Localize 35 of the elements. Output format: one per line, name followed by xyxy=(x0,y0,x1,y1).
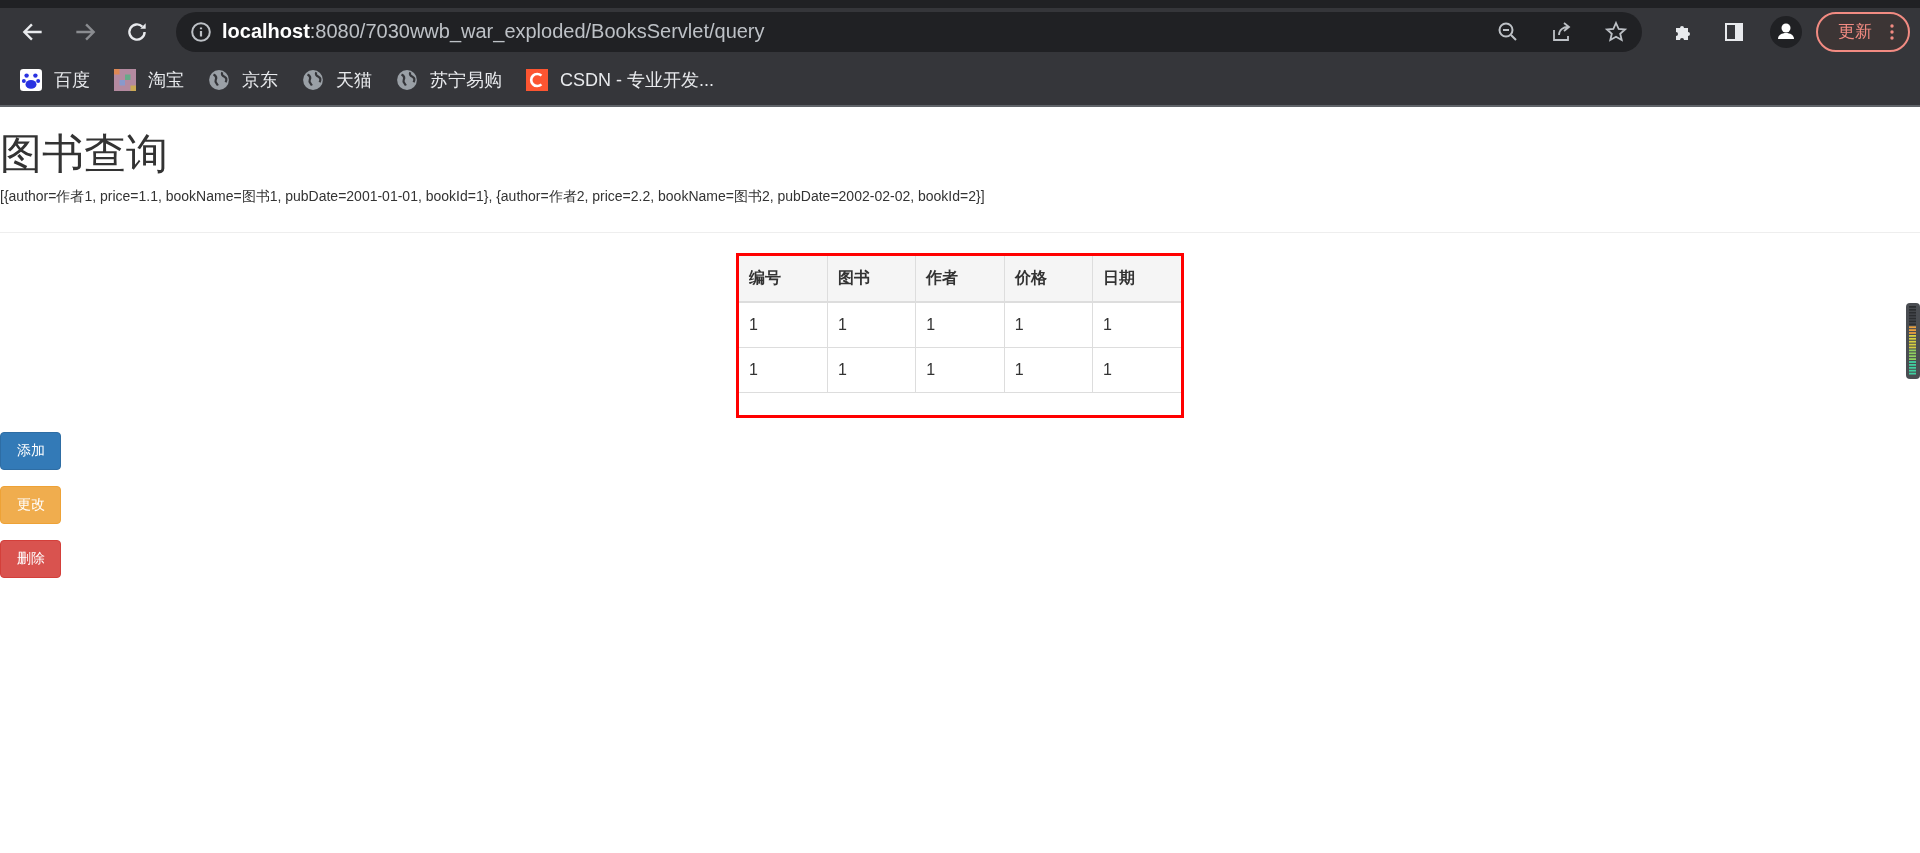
table-cell: 1 xyxy=(737,347,828,393)
address-bar[interactable]: localhost:8080/7030wwb_war_exploded/BooksServlet/query xyxy=(176,11,1642,52)
page-title: 图书查询 xyxy=(0,131,169,178)
table-cell: 1 xyxy=(915,347,1005,393)
info-icon xyxy=(190,20,212,43)
globe-icon xyxy=(208,69,230,91)
table-cell: 1 xyxy=(827,302,916,348)
star-icon[interactable] xyxy=(1604,19,1628,44)
globe-icon xyxy=(302,69,324,91)
bookmark[interactable]: CSDN - 专业开发... xyxy=(526,68,714,92)
bookmark[interactable]: 天猫 xyxy=(302,68,372,92)
table-cell: 1 xyxy=(1004,347,1093,393)
action-button[interactable]: 删除 xyxy=(0,540,61,579)
bookmark[interactable]: 京东 xyxy=(208,68,278,92)
table-cell: 1 xyxy=(737,302,828,348)
paw-icon xyxy=(20,69,42,91)
c-logo-icon xyxy=(526,69,548,91)
mosaic-icon xyxy=(114,69,136,91)
bookmark[interactable]: 淘宝 xyxy=(114,68,184,92)
data-dump-text: [{author=作者1, price=1.1, bookName=图书1, pubDate=2001-01-01, bookId=1}, {author=作者2, price=2.2, bookName=图书2, pubDate=2002-02-02, bookId=2}] xyxy=(0,187,986,207)
profile-icon[interactable] xyxy=(1770,15,1802,48)
table-cell: 1 xyxy=(827,347,916,393)
table-cell: 1 xyxy=(1004,302,1093,348)
column-header: 图书 xyxy=(827,254,916,303)
action-button[interactable]: 添加 xyxy=(0,432,61,471)
more-icon[interactable] xyxy=(1890,23,1894,40)
column-header: 价格 xyxy=(1004,254,1093,303)
column-header: 日期 xyxy=(1092,254,1183,303)
bookmark[interactable]: 百度 xyxy=(20,68,90,92)
update-button[interactable]: 更新 xyxy=(1816,11,1910,52)
column-header: 编号 xyxy=(737,254,828,303)
globe-icon xyxy=(396,69,418,91)
table-cell: 1 xyxy=(915,302,1005,348)
bookmark[interactable]: 苏宁易购 xyxy=(396,68,502,92)
column-header: 作者 xyxy=(915,254,1005,303)
